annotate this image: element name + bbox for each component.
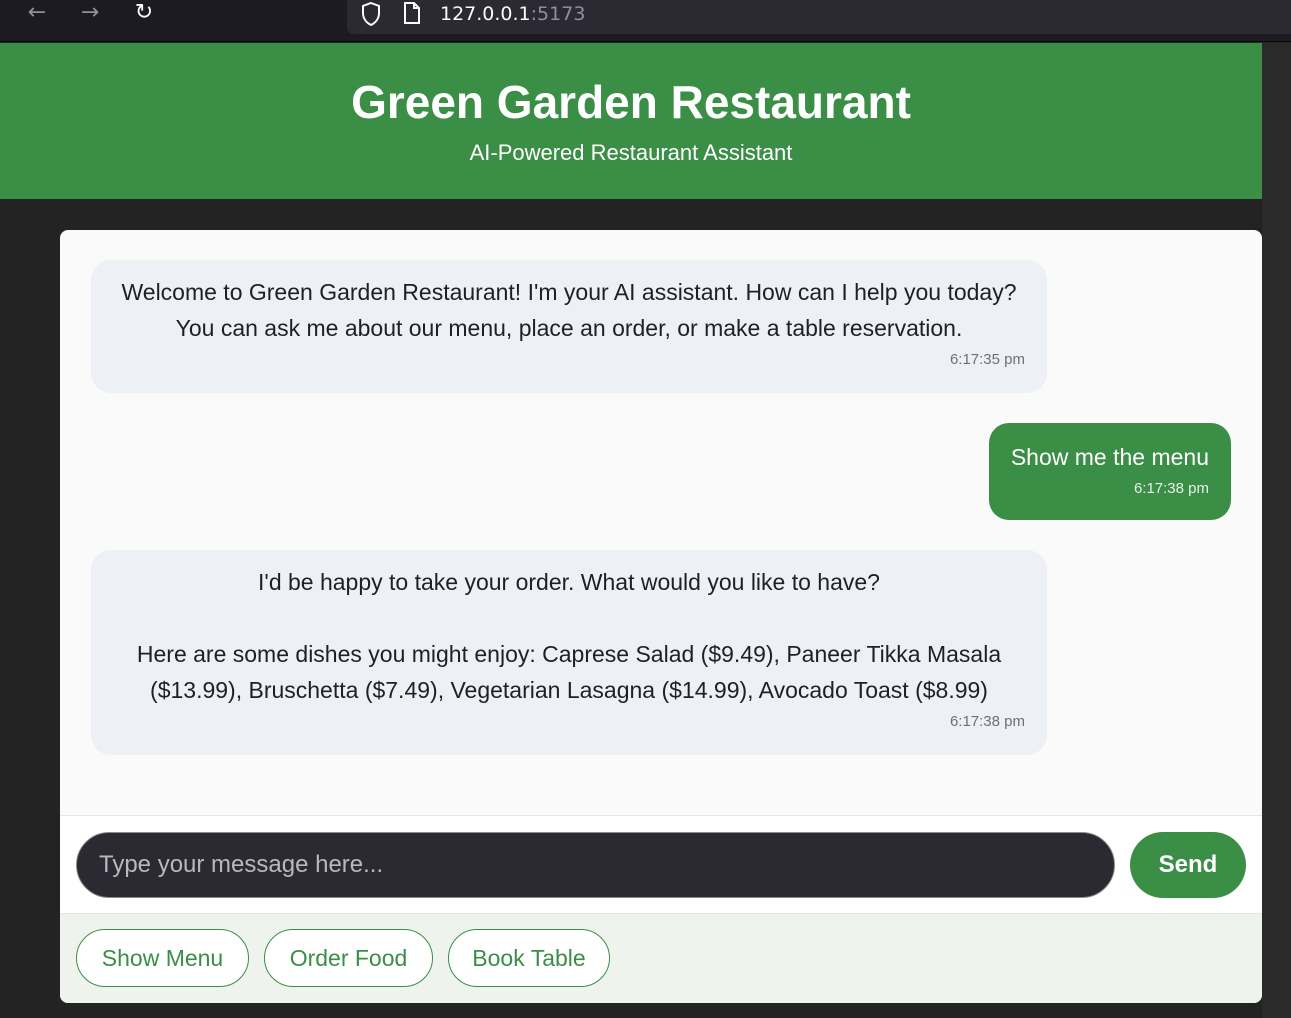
url-text[interactable]: 127.0.0.1:5173	[440, 2, 585, 26]
scrollbar-track	[1262, 43, 1291, 1018]
message-text: Welcome to Green Garden Restaurant! I'm …	[121, 279, 1017, 341]
message-timestamp: 6:17:35 pm	[949, 351, 1025, 368]
bot-message: Welcome to Green Garden Restaurant! I'm …	[91, 260, 1047, 393]
page-subtitle: AI-Powered Restaurant Assistant	[469, 140, 793, 165]
page-icon	[404, 2, 420, 24]
page-title: Green Garden Restaurant	[351, 76, 911, 128]
url-port: :5173	[530, 3, 586, 25]
url-host: 127.0.0.1	[440, 3, 531, 25]
quick-actions-bar: Show Menu Order Food Book Table	[60, 914, 1262, 1003]
message-input[interactable]	[76, 832, 1115, 898]
order-food-button[interactable]: Order Food	[264, 929, 433, 987]
message-timestamp: 6:17:38 pm	[1133, 480, 1209, 497]
chat-container: Welcome to Green Garden Restaurant! I'm …	[60, 230, 1262, 1003]
book-table-button[interactable]: Book Table	[448, 929, 610, 987]
app-header: Green Garden Restaurant AI-Powered Resta…	[0, 43, 1262, 199]
message-list: Welcome to Green Garden Restaurant! I'm …	[60, 230, 1262, 815]
back-arrow-icon[interactable]: ←	[22, 0, 52, 26]
show-menu-button[interactable]: Show Menu	[76, 929, 249, 987]
shield-icon[interactable]	[360, 1, 382, 27]
forward-arrow-icon[interactable]: →	[75, 0, 105, 26]
message-text: I'd be happy to take your order. What wo…	[136, 569, 1002, 703]
reload-icon[interactable]: ↻	[129, 0, 159, 26]
message-timestamp: 6:17:38 pm	[949, 713, 1025, 730]
bot-message: I'd be happy to take your order. What wo…	[91, 550, 1047, 755]
send-button[interactable]: Send	[1130, 832, 1246, 898]
user-message: Show me the menu 6:17:38 pm	[988, 423, 1231, 520]
message-composer: Send	[60, 815, 1262, 914]
message-text: Show me the menu	[1010, 444, 1209, 470]
browser-toolbar: ← → ↻ 127.0.0.1:5173	[0, 0, 1291, 42]
